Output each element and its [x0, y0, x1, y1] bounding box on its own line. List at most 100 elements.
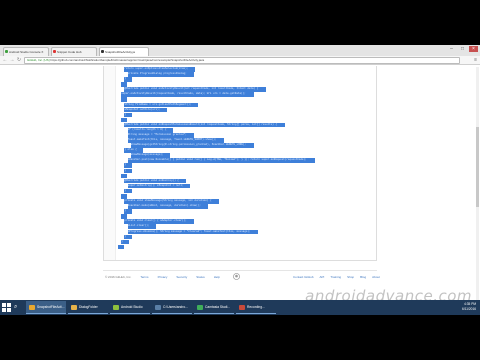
app-icon [29, 305, 35, 310]
footer-links-right: Contact GitHub API Training Shop Blog Ab… [293, 275, 380, 279]
taskbar-item[interactable]: SnapshotFileActi... [26, 301, 66, 314]
taskbar-item-label: Android Studio [121, 305, 143, 309]
windows-taskbar: ⌕ SnapshotFileActi... DialogFolder Android… [0, 300, 480, 315]
footer-link[interactable]: Contact GitHub [293, 275, 314, 279]
tab-title: SnapshotFileActivity.ja [105, 50, 135, 54]
code-line-text [121, 173, 128, 179]
code-line-text [121, 82, 128, 87]
code-line-text: private void showMessage(String message,… [124, 199, 219, 204]
github-page: return super.onOptionsItemSelected(item)… [0, 66, 480, 315]
footer-links-left: © 2016 GitHub, Inc. Terms Privacy Securi… [105, 275, 220, 279]
tab-title: Android Studio Console X [9, 50, 44, 54]
code-line-text: mSnapshot.setFile(uri); [124, 107, 167, 113]
taskbar-item[interactable]: DialogFolder [68, 301, 108, 314]
code-line-text: super.onDestroy(); mSnapshot = null; [127, 183, 191, 189]
maximize-icon[interactable]: □ [458, 46, 467, 52]
footer-link[interactable]: About [372, 275, 380, 279]
code-line-text: } [121, 239, 129, 245]
code-line-text [121, 117, 128, 123]
footer-link[interactable]: Blog [360, 275, 366, 279]
favicon-icon [5, 50, 8, 53]
back-icon[interactable]: ← [2, 57, 8, 63]
code-line-text: } else { [124, 148, 144, 153]
taskbar-item-label: DialogFolder [79, 305, 98, 309]
code-line-text: return super.onOptionsItemSelected(item)… [124, 67, 196, 72]
code-line-text: mList.clear(); [127, 224, 156, 230]
taskbar-item-label: Camtasia Studi... [205, 305, 231, 309]
tab-title: Snippet Code Hub [57, 50, 82, 54]
code-line-text [121, 214, 128, 219]
browser-tab[interactable]: Android Studio Console X [3, 47, 49, 56]
taskbar-item[interactable]: Android Studio [110, 301, 150, 314]
code-line-text: } [124, 188, 132, 194]
page-scrollbar[interactable] [476, 67, 479, 315]
code-line-text: showMessage(message); [130, 153, 170, 158]
code-line-text: } [124, 234, 132, 240]
code-line-text: } [124, 168, 132, 174]
menu-icon[interactable]: ≡ [474, 57, 477, 63]
code-line-text: super.onActivityResult(requestCode, resu… [121, 92, 254, 97]
code-line-text: @Override public void onRequestPermissio… [124, 122, 286, 128]
code-line-text: } [124, 112, 132, 118]
reload-icon[interactable]: ↻ [16, 57, 22, 63]
github-logo-icon[interactable] [233, 273, 240, 280]
code-line-text: String fileName = uri.getLastPathSegment… [124, 102, 199, 108]
search-icon[interactable]: ⌕ [14, 303, 22, 311]
footer-link[interactable]: Security [176, 275, 187, 279]
code-line-text: @Override public void onActivityResult(i… [124, 87, 267, 92]
footer-link[interactable]: Shop [347, 275, 354, 279]
code-line-text: mHandler.post(new Runnable() { public vo… [127, 158, 316, 163]
scrollbar-thumb[interactable] [476, 127, 479, 207]
footer-link[interactable]: API [320, 275, 325, 279]
taskbar-item[interactable]: Camtasia Studi... [194, 301, 234, 314]
code-line-text: mProgress.dismiss(); String message = "C… [127, 229, 259, 235]
app-icon [71, 305, 77, 310]
tab-strip: Android Studio Console X Snippet Code Hu… [0, 45, 480, 56]
code-line-text: showMessage(getString(R.string.permissio… [130, 143, 254, 148]
taskbar-item[interactable]: Recording... [236, 301, 276, 314]
clock-date: 6/11/2016 [462, 307, 476, 311]
code-line-text: } [124, 77, 132, 82]
app-icon [239, 305, 245, 310]
forward-icon[interactable]: → [9, 57, 15, 63]
system-tray-clock[interactable]: 4:35 PM 6/11/2016 [462, 302, 476, 312]
code-line-text: String message = "Permission granted"; [127, 133, 194, 138]
footer-copyright: © 2016 GitHub, Inc. [105, 275, 132, 279]
footer-link[interactable]: Status [196, 275, 205, 279]
secure-badge: GitHub, Inc. [US] [27, 58, 50, 62]
code-line-text: } [124, 163, 132, 169]
close-icon[interactable]: × [469, 46, 478, 52]
line-number-gutter [104, 66, 116, 260]
start-button-icon[interactable] [2, 303, 11, 312]
app-icon [113, 305, 119, 310]
code-line-text: if (results.length > 0) { [127, 127, 174, 133]
footer-link[interactable]: Training [330, 275, 341, 279]
code-line-text: Toast.makeText(this, message, Toast.LENG… [127, 138, 224, 143]
taskbar-item-label: SnapshotFileActi... [37, 305, 65, 309]
code-file-view: return super.onOptionsItemSelected(item)… [103, 66, 377, 261]
app-icon [197, 305, 203, 310]
app-icon [155, 305, 161, 310]
code-line-text: private void clear() { mAdapter.clear(); [124, 219, 194, 224]
code-line [118, 244, 374, 250]
code-lines[interactable]: return super.onOptionsItemSelected(item)… [118, 67, 374, 250]
browser-tab[interactable]: Snippet Code Hub [51, 47, 97, 56]
github-favicon-icon [101, 50, 104, 53]
footer-link[interactable]: Privacy [158, 275, 168, 279]
address-bar[interactable]: GitHub, Inc. [US] https://github.com/and… [24, 57, 460, 64]
footer-link[interactable]: Terms [140, 275, 148, 279]
taskbar-item[interactable]: C:\Users\andro... [152, 301, 192, 314]
favicon-icon [53, 50, 56, 53]
url-text: https://github.com/android/NotificationS… [50, 58, 205, 62]
code-line-text [118, 244, 124, 250]
code-line-text: private ProgressDialog progressDialog; [127, 72, 194, 77]
taskbar-item-label: C:\Users\andro... [163, 305, 188, 309]
video-frame: Android Studio Console X Snippet Code Hu… [0, 45, 480, 315]
minimize-icon[interactable]: – [447, 46, 456, 52]
code-line-text: Snackbar.make(mRoot, message, duration).… [127, 204, 208, 209]
browser-toolbar: ← → ↻ GitHub, Inc. [US] https://github.c… [0, 56, 480, 65]
taskbar-item-label: Recording... [247, 305, 265, 309]
footer-link[interactable]: Help [214, 275, 220, 279]
browser-tab-active[interactable]: SnapshotFileActivity.ja [99, 47, 149, 56]
code-line-text [121, 193, 128, 199]
